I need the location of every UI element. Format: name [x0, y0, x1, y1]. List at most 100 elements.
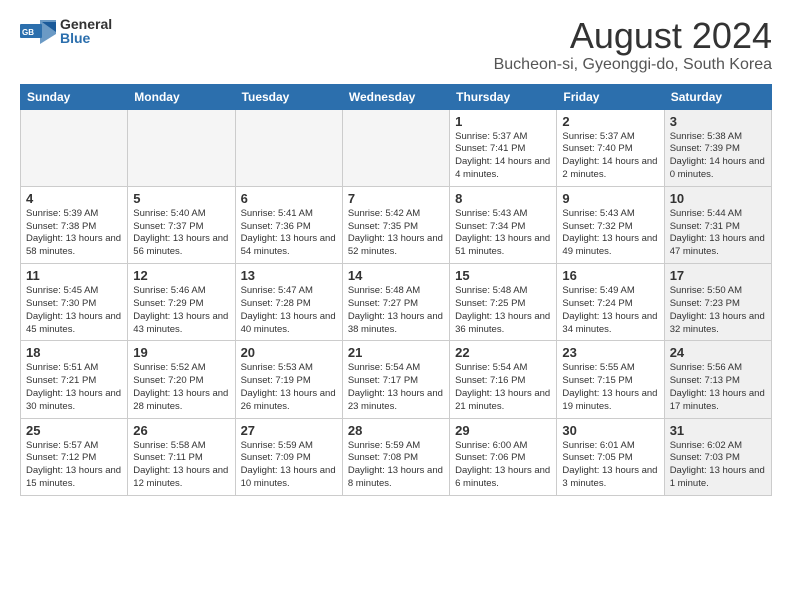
day-info: Sunrise: 5:48 AM Sunset: 7:27 PM Dayligh…	[348, 285, 444, 336]
day-number: 21	[348, 345, 444, 360]
day-info: Sunrise: 5:51 AM Sunset: 7:21 PM Dayligh…	[26, 362, 122, 413]
calendar-cell: 4Sunrise: 5:39 AM Sunset: 7:38 PM Daylig…	[21, 186, 128, 263]
day-number: 20	[241, 345, 337, 360]
day-number: 14	[348, 268, 444, 283]
calendar-cell: 13 Sunrise: 5:47 AM Sunset: 7:28 PM Dayli…	[235, 264, 342, 341]
day-info: Sunrise: 5:55 AM Sunset: 7:15 PM Dayligh…	[562, 362, 658, 413]
logo-text: General Blue	[60, 17, 112, 45]
calendar-cell	[21, 109, 128, 186]
day-number: 15	[455, 268, 551, 283]
calendar-cell: 23 Sunrise: 5:55 AM Sunset: 7:15 PM Dayli…	[557, 341, 664, 418]
day-number: 4	[26, 191, 122, 206]
calendar-cell: 31Sunrise: 6:02 AM Sunset: 7:03 PM Dayli…	[664, 418, 771, 495]
day-info: Sunrise: 5:40 AM Sunset: 7:37 PM Dayligh…	[133, 208, 229, 259]
location-text: Bucheon-si, Gyeonggi-do, South Korea	[494, 56, 772, 74]
calendar-week-2: 4Sunrise: 5:39 AM Sunset: 7:38 PM Daylig…	[21, 186, 772, 263]
logo-blue-text: Blue	[60, 31, 112, 45]
day-info: Sunrise: 5:43 AM Sunset: 7:34 PM Dayligh…	[455, 208, 551, 259]
day-info: Sunrise: 5:42 AM Sunset: 7:35 PM Dayligh…	[348, 208, 444, 259]
day-number: 7	[348, 191, 444, 206]
calendar-cell: 28 Sunrise: 5:59 AM Sunset: 7:08 PM Dayli…	[342, 418, 449, 495]
day-number: 13	[241, 268, 337, 283]
day-number: 6	[241, 191, 337, 206]
calendar-cell: 29Sunrise: 6:00 AM Sunset: 7:06 PM Dayli…	[450, 418, 557, 495]
header-thursday: Thursday	[450, 84, 557, 109]
calendar-week-3: 11 Sunrise: 5:45 AM Sunset: 7:30 PM Dayli…	[21, 264, 772, 341]
calendar-cell	[235, 109, 342, 186]
calendar-cell: 16Sunrise: 5:49 AM Sunset: 7:24 PM Dayli…	[557, 264, 664, 341]
day-info: Sunrise: 5:37 AM Sunset: 7:41 PM Dayligh…	[455, 131, 551, 182]
calendar-body: 1 Sunrise: 5:37 AM Sunset: 7:41 PM Daylig…	[21, 109, 772, 495]
day-info: Sunrise: 5:53 AM Sunset: 7:19 PM Dayligh…	[241, 362, 337, 413]
calendar-cell: 7 Sunrise: 5:42 AM Sunset: 7:35 PM Daylig…	[342, 186, 449, 263]
day-number: 11	[26, 268, 122, 283]
day-info: Sunrise: 5:54 AM Sunset: 7:16 PM Dayligh…	[455, 362, 551, 413]
calendar-cell: 1 Sunrise: 5:37 AM Sunset: 7:41 PM Daylig…	[450, 109, 557, 186]
calendar-cell: 26Sunrise: 5:58 AM Sunset: 7:11 PM Dayli…	[128, 418, 235, 495]
calendar-week-1: 1 Sunrise: 5:37 AM Sunset: 7:41 PM Daylig…	[21, 109, 772, 186]
day-number: 8	[455, 191, 551, 206]
calendar-cell: 5Sunrise: 5:40 AM Sunset: 7:37 PM Daylig…	[128, 186, 235, 263]
logo-general-text: General	[60, 17, 112, 31]
calendar-cell: 19 Sunrise: 5:52 AM Sunset: 7:20 PM Dayli…	[128, 341, 235, 418]
calendar-cell	[342, 109, 449, 186]
title-block: August 2024 Bucheon-si, Gyeonggi-do, Sou…	[494, 16, 772, 74]
day-info: Sunrise: 5:43 AM Sunset: 7:32 PM Dayligh…	[562, 208, 658, 259]
calendar-cell: 24Sunrise: 5:56 AM Sunset: 7:13 PM Dayli…	[664, 341, 771, 418]
calendar-cell: 10 Sunrise: 5:44 AM Sunset: 7:31 PM Dayli…	[664, 186, 771, 263]
day-info: Sunrise: 5:59 AM Sunset: 7:09 PM Dayligh…	[241, 440, 337, 491]
calendar-cell: 6 Sunrise: 5:41 AM Sunset: 7:36 PM Daylig…	[235, 186, 342, 263]
header-tuesday: Tuesday	[235, 84, 342, 109]
day-number: 24	[670, 345, 766, 360]
header: GB General Blue August 2024 Bucheon-si, …	[20, 16, 772, 74]
day-info: Sunrise: 5:37 AM Sunset: 7:40 PM Dayligh…	[562, 131, 658, 182]
day-info: Sunrise: 5:52 AM Sunset: 7:20 PM Dayligh…	[133, 362, 229, 413]
day-number: 2	[562, 114, 658, 129]
calendar-cell	[128, 109, 235, 186]
weekday-header-row: Sunday Monday Tuesday Wednesday Thursday…	[21, 84, 772, 109]
day-number: 26	[133, 423, 229, 438]
day-number: 1	[455, 114, 551, 129]
calendar-cell: 8 Sunrise: 5:43 AM Sunset: 7:34 PM Daylig…	[450, 186, 557, 263]
day-info: Sunrise: 5:49 AM Sunset: 7:24 PM Dayligh…	[562, 285, 658, 336]
day-info: Sunrise: 6:02 AM Sunset: 7:03 PM Dayligh…	[670, 440, 766, 491]
calendar-table: Sunday Monday Tuesday Wednesday Thursday…	[20, 84, 772, 496]
page: GB General Blue August 2024 Bucheon-si, …	[0, 0, 792, 612]
day-number: 28	[348, 423, 444, 438]
calendar-cell: 21Sunrise: 5:54 AM Sunset: 7:17 PM Dayli…	[342, 341, 449, 418]
day-number: 30	[562, 423, 658, 438]
day-number: 9	[562, 191, 658, 206]
day-info: Sunrise: 5:46 AM Sunset: 7:29 PM Dayligh…	[133, 285, 229, 336]
day-info: Sunrise: 5:50 AM Sunset: 7:23 PM Dayligh…	[670, 285, 766, 336]
day-number: 22	[455, 345, 551, 360]
calendar-cell: 22 Sunrise: 5:54 AM Sunset: 7:16 PM Dayli…	[450, 341, 557, 418]
logo: GB General Blue	[20, 16, 112, 46]
header-friday: Friday	[557, 84, 664, 109]
day-info: Sunrise: 5:45 AM Sunset: 7:30 PM Dayligh…	[26, 285, 122, 336]
header-sunday: Sunday	[21, 84, 128, 109]
day-info: Sunrise: 5:48 AM Sunset: 7:25 PM Dayligh…	[455, 285, 551, 336]
day-info: Sunrise: 5:59 AM Sunset: 7:08 PM Dayligh…	[348, 440, 444, 491]
calendar-cell: 25Sunrise: 5:57 AM Sunset: 7:12 PM Dayli…	[21, 418, 128, 495]
day-info: Sunrise: 5:44 AM Sunset: 7:31 PM Dayligh…	[670, 208, 766, 259]
day-info: Sunrise: 5:47 AM Sunset: 7:28 PM Dayligh…	[241, 285, 337, 336]
calendar-week-4: 18Sunrise: 5:51 AM Sunset: 7:21 PM Dayli…	[21, 341, 772, 418]
day-info: Sunrise: 6:00 AM Sunset: 7:06 PM Dayligh…	[455, 440, 551, 491]
day-number: 23	[562, 345, 658, 360]
calendar-cell: 2 Sunrise: 5:37 AM Sunset: 7:40 PM Daylig…	[557, 109, 664, 186]
day-number: 3	[670, 114, 766, 129]
calendar-cell: 30Sunrise: 6:01 AM Sunset: 7:05 PM Dayli…	[557, 418, 664, 495]
month-year-title: August 2024	[494, 16, 772, 56]
logo-icon: GB	[20, 16, 56, 46]
day-info: Sunrise: 5:41 AM Sunset: 7:36 PM Dayligh…	[241, 208, 337, 259]
calendar-cell: 12Sunrise: 5:46 AM Sunset: 7:29 PM Dayli…	[128, 264, 235, 341]
day-number: 19	[133, 345, 229, 360]
calendar-cell: 17 Sunrise: 5:50 AM Sunset: 7:23 PM Dayli…	[664, 264, 771, 341]
day-number: 27	[241, 423, 337, 438]
header-monday: Monday	[128, 84, 235, 109]
calendar-cell: 27 Sunrise: 5:59 AM Sunset: 7:09 PM Dayli…	[235, 418, 342, 495]
calendar-cell: 14 Sunrise: 5:48 AM Sunset: 7:27 PM Dayli…	[342, 264, 449, 341]
day-number: 10	[670, 191, 766, 206]
calendar-header: Sunday Monday Tuesday Wednesday Thursday…	[21, 84, 772, 109]
day-number: 17	[670, 268, 766, 283]
